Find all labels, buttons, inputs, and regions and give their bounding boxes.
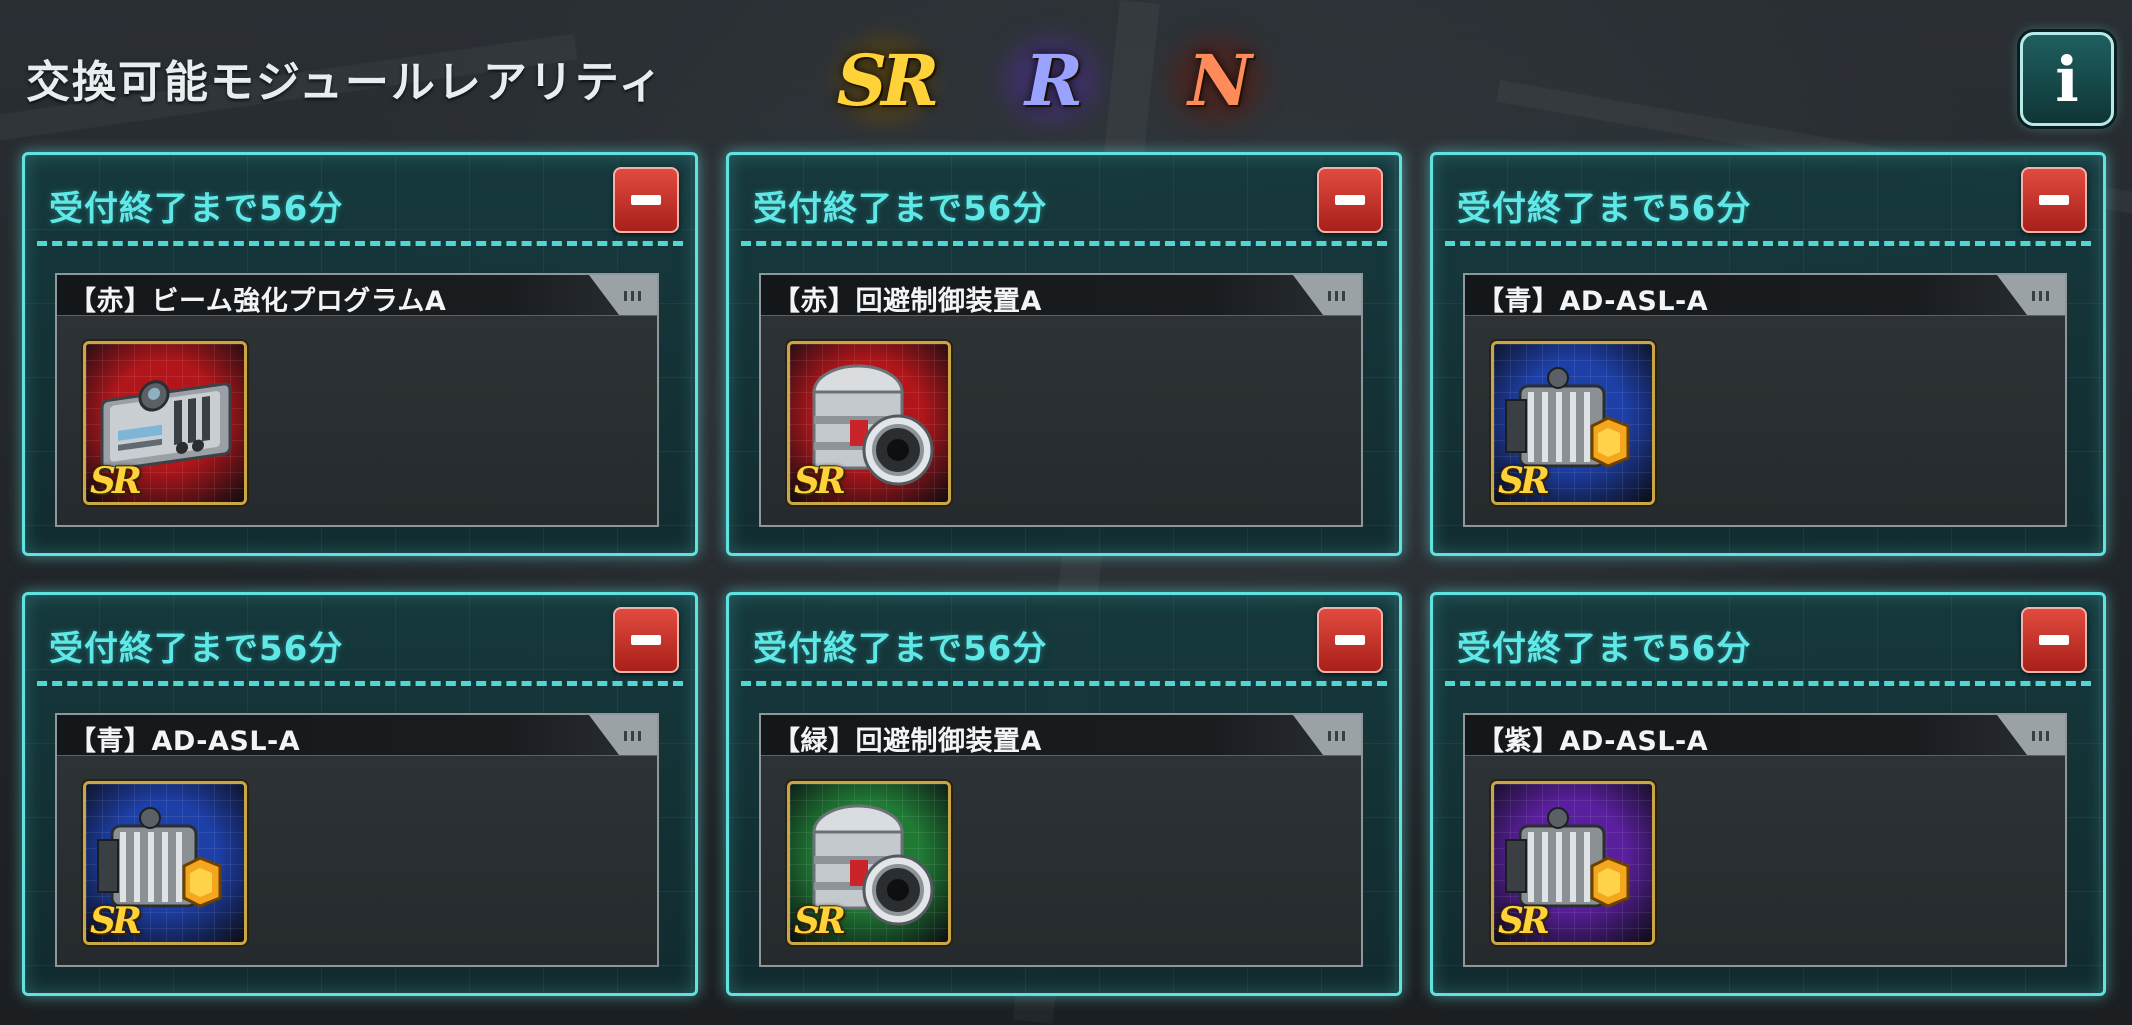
sr-rarity-icon: SR [794, 460, 846, 502]
acceptance-timer: 受付終了まで56分 [49, 189, 344, 229]
acceptance-timer: 受付終了まで56分 [753, 629, 1048, 669]
dashed-divider [741, 241, 1387, 246]
module-panel[interactable]: 【青】AD-ASL-A SR [55, 713, 659, 967]
minus-icon [2039, 195, 2069, 205]
module-card-5: 受付終了まで56分 【緑】回避制御装置A SR [726, 592, 1402, 996]
sr-rarity-label: SR [836, 38, 940, 122]
dashed-divider [37, 681, 683, 686]
dashed-divider [37, 241, 683, 246]
dashed-divider [1445, 681, 2091, 686]
tab-ticks [624, 291, 641, 301]
rarity-legend: SR R N [830, 30, 1272, 130]
module-name: 【紫】AD-ASL-A [1477, 726, 1709, 757]
minus-icon [1335, 195, 1365, 205]
remove-button[interactable] [613, 607, 679, 673]
tab-corner [1293, 715, 1361, 755]
sr-rarity-icon: SR [90, 460, 142, 502]
info-button[interactable]: i [2020, 32, 2114, 126]
module-exchange-screen: 交換可能モジュールレアリティ SR R N i 受付終了まで56分 【赤】ビーム… [0, 0, 2132, 1025]
module-name: 【緑】回避制御装置A [773, 726, 1042, 757]
module-name-bar: 【緑】回避制御装置A [761, 715, 1361, 757]
acceptance-timer: 受付終了まで56分 [49, 629, 344, 669]
module-card-6: 受付終了まで56分 【紫】AD-ASL-A SR [1430, 592, 2106, 996]
tab-corner [1293, 275, 1361, 315]
remove-button[interactable] [2021, 607, 2087, 673]
cylinder-module-icon[interactable]: SR [787, 341, 951, 505]
sr-rarity-icon: SR [794, 900, 846, 942]
module-name-bar: 【青】AD-ASL-A [1465, 275, 2065, 317]
sr-rarity-icon: SR [830, 30, 940, 130]
minus-icon [631, 635, 661, 645]
coil-module-icon[interactable]: SR [1491, 781, 1655, 945]
acceptance-timer: 受付終了まで56分 [1457, 189, 1752, 229]
module-card-grid: 受付終了まで56分 【赤】ビーム強化プログラムA SR 受付終了まで56分 【赤… [22, 152, 2112, 1002]
tab-corner [1997, 715, 2065, 755]
module-name: 【赤】ビーム強化プログラムA [69, 286, 447, 317]
remove-button[interactable] [1317, 607, 1383, 673]
tab-ticks [1328, 731, 1345, 741]
module-name-bar: 【赤】ビーム強化プログラムA [57, 275, 657, 317]
module-name-bar: 【青】AD-ASL-A [57, 715, 657, 757]
module-panel[interactable]: 【緑】回避制御装置A SR [759, 713, 1363, 967]
program-module-icon[interactable]: SR [83, 341, 247, 505]
module-panel[interactable]: 【赤】回避制御装置A SR [759, 273, 1363, 527]
module-panel[interactable]: 【紫】AD-ASL-A SR [1463, 713, 2067, 967]
module-panel[interactable]: 【赤】ビーム強化プログラムA SR [55, 273, 659, 527]
r-rarity-icon: R [996, 30, 1106, 130]
sr-rarity-icon: SR [1498, 900, 1550, 942]
page-title: 交換可能モジュールレアリティ [26, 57, 665, 108]
module-card-1: 受付終了まで56分 【赤】ビーム強化プログラムA SR [22, 152, 698, 556]
module-card-3: 受付終了まで56分 【青】AD-ASL-A SR [1430, 152, 2106, 556]
module-name: 【青】AD-ASL-A [69, 726, 301, 757]
sr-rarity-icon: SR [90, 900, 142, 942]
tab-corner [589, 275, 657, 315]
tab-ticks [624, 731, 641, 741]
acceptance-timer: 受付終了まで56分 [753, 189, 1048, 229]
minus-icon [2039, 635, 2069, 645]
n-rarity-icon: N [1162, 30, 1272, 130]
module-name: 【青】AD-ASL-A [1477, 286, 1709, 317]
module-card-2: 受付終了まで56分 【赤】回避制御装置A SR [726, 152, 1402, 556]
module-name-bar: 【赤】回避制御装置A [761, 275, 1361, 317]
acceptance-timer: 受付終了まで56分 [1457, 629, 1752, 669]
tab-ticks [2032, 291, 2049, 301]
tab-ticks [1328, 291, 1345, 301]
tab-corner [1997, 275, 2065, 315]
cylinder-module-icon[interactable]: SR [787, 781, 951, 945]
module-card-4: 受付終了まで56分 【青】AD-ASL-A SR [22, 592, 698, 996]
module-panel[interactable]: 【青】AD-ASL-A SR [1463, 273, 2067, 527]
info-icon: i [2055, 42, 2079, 116]
remove-button[interactable] [613, 167, 679, 233]
tab-ticks [2032, 731, 2049, 741]
minus-icon [631, 195, 661, 205]
sr-rarity-icon: SR [1498, 460, 1550, 502]
coil-module-icon[interactable]: SR [83, 781, 247, 945]
remove-button[interactable] [2021, 167, 2087, 233]
r-rarity-label: R [1024, 38, 1083, 122]
module-name-bar: 【紫】AD-ASL-A [1465, 715, 2065, 757]
tab-corner [589, 715, 657, 755]
dashed-divider [741, 681, 1387, 686]
n-rarity-label: N [1188, 38, 1252, 122]
remove-button[interactable] [1317, 167, 1383, 233]
module-name: 【赤】回避制御装置A [773, 286, 1042, 317]
minus-icon [1335, 635, 1365, 645]
coil-module-icon[interactable]: SR [1491, 341, 1655, 505]
dashed-divider [1445, 241, 2091, 246]
